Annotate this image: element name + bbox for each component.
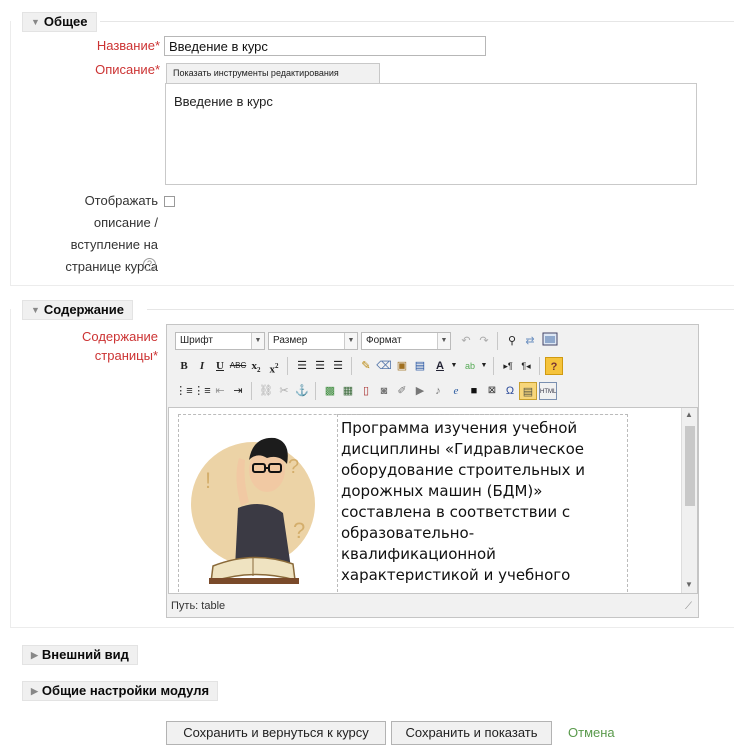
page-content-label: Содержание страницы* (82, 329, 158, 363)
paste-text-icon[interactable]: ▣ (393, 357, 411, 375)
paste-word-icon[interactable]: ▤ (411, 357, 429, 375)
find-icon[interactable]: ⚲ (503, 332, 521, 350)
numbered-list-icon[interactable]: ⋮≡ (193, 382, 211, 400)
scroll-thumb[interactable] (685, 426, 695, 506)
toolbar-separator (351, 357, 352, 375)
section-module-settings-header[interactable]: ▶ Общие настройки модуля (22, 681, 219, 701)
rich-text-editor: Шрифт ▼ Размер ▼ Формат ▼ ↶ ↷ ⚲ ⇄ B I U ABC… (166, 324, 699, 618)
svg-text:?: ? (288, 456, 299, 478)
camera-icon[interactable]: ◙ (375, 382, 393, 400)
section-appearance-header[interactable]: ▶ Внешний вид (22, 645, 138, 665)
scroll-down-icon[interactable]: ▼ (685, 580, 693, 589)
size-select[interactable]: Размер ▼ (268, 332, 358, 350)
help-icon[interactable]: ? (143, 258, 156, 271)
toolbar-separator (251, 382, 252, 400)
display-description-label: Отображать описание / вступление на стра… (65, 193, 158, 274)
chevron-down-icon: ▼ (344, 333, 357, 349)
description-label: Описание* (95, 62, 160, 77)
special-character-icon[interactable]: Ω (501, 382, 519, 400)
help-question-icon[interactable]: ? (545, 357, 563, 375)
ltr-icon[interactable]: ▸¶ (499, 357, 517, 375)
section-module-settings-title: Общие настройки модуля (41, 683, 210, 698)
scroll-up-icon[interactable]: ▲ (685, 410, 693, 419)
svg-text:!: ! (205, 468, 211, 493)
editor-content-area[interactable]: ! ? ? Программа изучения учебной дисципл… (168, 407, 698, 594)
strikethrough-icon[interactable]: ABC (229, 357, 247, 375)
anchor-icon[interactable]: ⚓ (293, 382, 311, 400)
indent-icon[interactable]: ⇥ (229, 382, 247, 400)
pen-icon[interactable]: ■ (465, 382, 483, 400)
expand-triangle-icon: ▶ (31, 650, 38, 660)
chevron-down-icon: ▼ (251, 333, 264, 349)
name-input[interactable] (164, 36, 486, 56)
chevron-down-icon[interactable]: ▼ (479, 357, 489, 375)
save-show-button[interactable]: Сохранить и показать (391, 721, 552, 745)
font-select[interactable]: Шрифт ▼ (175, 332, 265, 350)
highlight-color-icon[interactable]: ab (461, 357, 479, 375)
cleanup-brush-icon[interactable]: ✎ (357, 357, 375, 375)
align-right-icon[interactable]: ☰ (329, 357, 347, 375)
replace-icon[interactable]: ⇄ (521, 332, 539, 350)
format-select[interactable]: Формат ▼ (361, 332, 451, 350)
description-text: Введение в курс (174, 94, 273, 109)
section-appearance-title: Внешний вид (41, 647, 129, 662)
toolbar-separator (493, 357, 494, 375)
align-center-icon[interactable]: ☰ (311, 357, 329, 375)
unlink-icon[interactable]: ✂ (275, 382, 293, 400)
chevron-down-icon[interactable]: ▼ (449, 357, 459, 375)
svg-text:?: ? (293, 518, 305, 543)
editor-path-status: Путь: table (171, 600, 226, 612)
outdent-icon[interactable]: ⇤ (211, 382, 229, 400)
toolbar-separator (315, 382, 316, 400)
bold-icon[interactable]: B (175, 357, 193, 375)
toolbar-separator (497, 332, 498, 350)
video-camera-icon[interactable]: ▶ (411, 382, 429, 400)
illustration-image: ! ? ? (191, 437, 315, 584)
save-return-button[interactable]: Сохранить и вернуться к курсу (166, 721, 386, 745)
image-icon[interactable]: ▩ (321, 382, 339, 400)
underline-icon[interactable]: U (211, 357, 229, 375)
display-description-checkbox[interactable] (164, 196, 175, 207)
equation-icon[interactable]: e (447, 382, 465, 400)
redo-icon[interactable]: ↷ (475, 332, 493, 350)
draw-icon[interactable]: ✐ (393, 382, 411, 400)
editor-scrollbar[interactable]: ▲ ▼ (681, 408, 697, 593)
name-label: Название* (96, 38, 160, 53)
microphone-icon[interactable]: ♪ (429, 382, 447, 400)
superscript-icon[interactable]: x2 (265, 357, 283, 376)
toolbar-separator (287, 357, 288, 375)
html-source-icon[interactable]: HTML (539, 382, 557, 400)
resize-handle-icon[interactable]: ⟋ (685, 601, 692, 612)
cancel-link[interactable]: Отмена (568, 725, 615, 740)
fullscreen-icon[interactable] (541, 332, 559, 350)
rtl-icon[interactable]: ¶◂ (517, 357, 535, 375)
align-left-icon[interactable]: ☰ (293, 357, 311, 375)
chevron-down-icon: ▼ (437, 333, 450, 349)
subscript-icon[interactable]: x2 (247, 357, 265, 375)
text-color-icon[interactable]: A (431, 357, 449, 375)
expand-triangle-icon: ▶ (31, 686, 38, 696)
toolbar-separator (539, 357, 540, 375)
nonbreaking-space-icon[interactable]: ⊠ (483, 382, 501, 400)
course-description-text: Программа изучения учебной дисциплины «Г… (341, 419, 586, 584)
media-icon[interactable]: ▦ (339, 382, 357, 400)
bullet-list-icon[interactable]: ⋮≡ (175, 382, 193, 400)
table-icon[interactable]: ▤ (519, 382, 537, 400)
description-textarea[interactable]: Введение в курс (165, 83, 697, 185)
document-icon[interactable]: ▯ (357, 382, 375, 400)
italic-icon[interactable]: I (193, 357, 211, 375)
undo-icon[interactable]: ↶ (457, 332, 475, 350)
eraser-icon[interactable]: ⌫ (375, 357, 393, 375)
link-icon[interactable]: ⛓ (257, 382, 275, 400)
show-editing-tools-button[interactable]: Показать инструменты редактирования (166, 63, 380, 83)
